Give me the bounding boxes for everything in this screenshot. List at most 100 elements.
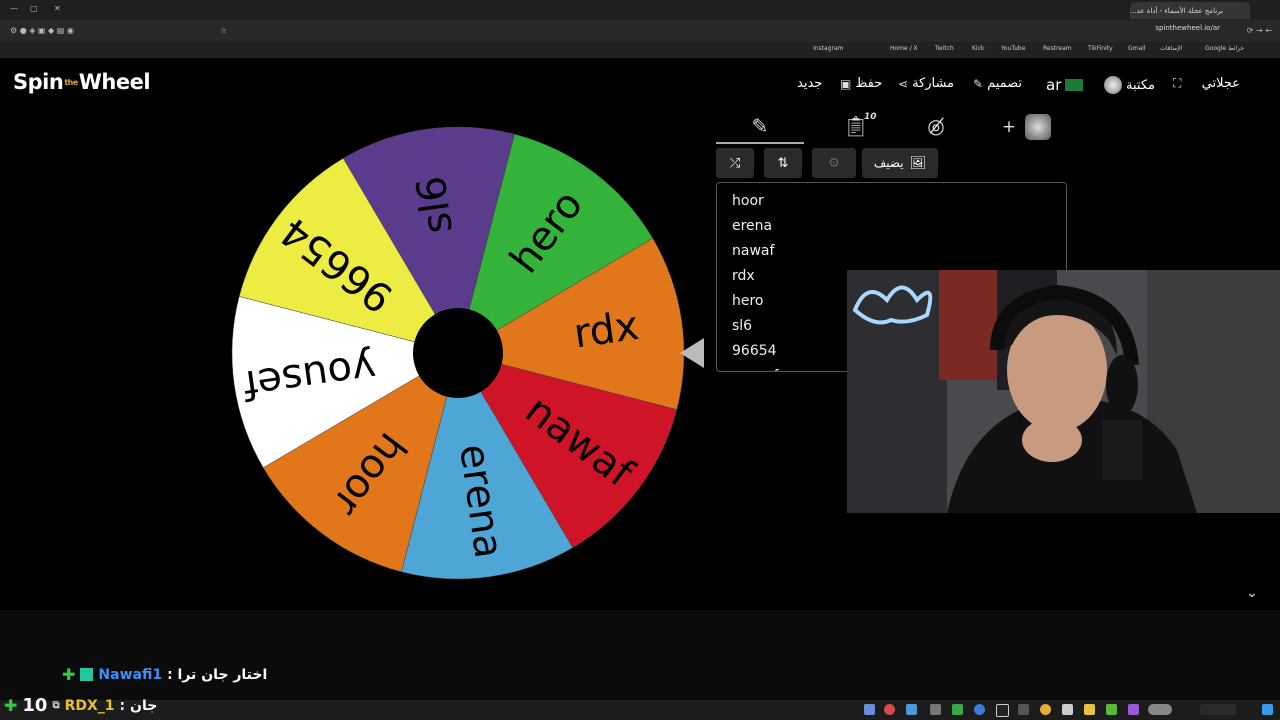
subscriber-badge-icon: ✚ <box>62 665 76 684</box>
results-tab[interactable]: 📋︎ 10 <box>836 112 877 138</box>
windows-start-icon[interactable] <box>1262 704 1273 715</box>
save-label: حفظ <box>855 76 883 91</box>
bookmark-item[interactable]: Kick <box>972 45 984 52</box>
bookmark-item[interactable]: Twitch <box>935 45 954 52</box>
share-label: مشاركة <box>912 76 955 91</box>
pencil-icon: ✎ <box>973 76 984 91</box>
wheel-center-hub[interactable] <box>413 308 503 398</box>
bookmark-item[interactable]: YouTube <box>1001 45 1025 52</box>
chrome-icon[interactable] <box>1040 704 1051 715</box>
language-label: ar <box>1046 76 1062 94</box>
entry-line: nawaf <box>732 243 775 259</box>
chat-badge-icon <box>80 668 94 681</box>
image-icon: 🖼︎ <box>909 155 927 171</box>
taskbar-app-icon[interactable] <box>884 704 895 715</box>
browser-titlebar: — ▢ ✕ + برنامج عجلة الأسماء - أداة عد... <box>0 0 1280 20</box>
sort-icon: ⇅ <box>777 155 789 171</box>
chat-message: ✚ Nawafi1 اختار جان ترا : <box>62 665 267 684</box>
taskbar-app-icon[interactable] <box>974 704 985 715</box>
chat-text: جان : <box>119 697 158 714</box>
restore-icon[interactable]: ▢ <box>30 4 38 13</box>
entry-line: yousef <box>732 368 779 371</box>
wheel-pointer <box>680 338 704 368</box>
logo-wheel: Wheel <box>78 70 151 94</box>
windows-taskbar <box>0 700 1280 720</box>
minimize-icon[interactable]: — <box>10 4 18 13</box>
browser-tab[interactable]: برنامج عجلة الأسماء - أداة عد... <box>1130 2 1250 19</box>
active-tab-indicator <box>716 142 804 144</box>
viewer-icon: ⧉ <box>52 700 60 711</box>
language-button[interactable]: ar <box>1046 76 1084 94</box>
webcam-overlay <box>847 270 1280 513</box>
entry-line: hero <box>732 293 764 309</box>
taskbar-app-icon[interactable] <box>952 704 963 715</box>
shuffle-button[interactable]: ⤮ <box>716 148 754 178</box>
edit-entries-tab[interactable]: ✎ <box>748 114 772 138</box>
taskbar-app-icon[interactable] <box>906 704 917 715</box>
back-forward-icon[interactable]: ⟳ → ← <box>1247 26 1272 35</box>
add-wheel-button[interactable]: + <box>1000 117 1018 137</box>
bookmark-item[interactable]: Home / X <box>890 45 918 52</box>
my-wheels-label: عجلاتي <box>1201 76 1240 91</box>
file-explorer-icon[interactable] <box>1084 704 1095 715</box>
logo-spin: Spin <box>13 70 64 94</box>
entry-line: rdx <box>732 268 755 284</box>
url-text[interactable]: spinthewheel.io/ar <box>1155 24 1220 32</box>
extensions-icon[interactable]: ⚙ ● ◈ ▣ ◆ ▤ ◉ <box>10 26 74 35</box>
design-label: تصميم <box>987 76 1023 91</box>
entry-line: erena <box>732 218 773 234</box>
wheel-thumbnail[interactable] <box>1025 114 1051 140</box>
library-icon <box>1104 76 1122 94</box>
library-label: مكتبة <box>1126 77 1155 93</box>
library-button[interactable]: مكتبة <box>1104 76 1155 94</box>
my-wheels-link[interactable]: عجلاتي <box>1202 76 1240 91</box>
taskbar-app-icon[interactable] <box>864 704 875 715</box>
taskbar-app-icon[interactable] <box>1128 704 1139 715</box>
wheel-segment-label: sl6 <box>408 173 462 236</box>
streamer-webcam-image <box>847 270 1280 513</box>
chat-username: Nawafi1 <box>98 666 163 683</box>
settings-button[interactable]: ⚙ <box>812 148 856 178</box>
taskbar-app-icon[interactable] <box>1148 704 1172 715</box>
chat-text: اختار جان ترا : <box>167 666 268 683</box>
bookmark-item[interactable]: الإضافات <box>1160 45 1182 52</box>
bookmark-item[interactable]: Gmail <box>1128 45 1146 52</box>
chat-username: RDX_1 <box>64 697 115 714</box>
saudi-flag-icon <box>1065 79 1084 91</box>
subscriber-badge-icon: ✚ <box>4 696 18 715</box>
taskbar-app-icon[interactable] <box>1106 704 1117 715</box>
taskbar-search[interactable] <box>1200 704 1236 715</box>
fullscreen-button[interactable]: ⛶ <box>1173 76 1181 91</box>
design-button[interactable]: ✎ تصميم <box>973 76 1022 91</box>
bookmark-star-icon[interactable]: ☆ <box>220 26 227 35</box>
save-button[interactable]: ▣ حفظ <box>840 76 882 91</box>
viewer-count: 10 <box>22 695 48 716</box>
share-button[interactable]: ⋖ مشاركة <box>898 76 954 91</box>
taskbar-app-icon[interactable] <box>1062 704 1073 715</box>
logo-the: the <box>64 78 78 87</box>
sort-button[interactable]: ⇅ <box>764 148 802 178</box>
taskbar-app-icon[interactable] <box>930 704 941 715</box>
scroll-down-chevron-icon[interactable]: ⌄ <box>1246 585 1258 601</box>
add-image-button[interactable]: يضيف 🖼︎ <box>862 148 938 178</box>
wheel-segment-label: rdx <box>571 303 642 358</box>
entry-line: hoor <box>732 193 764 209</box>
spin-wheel[interactable]: rdxnawaferenahooryousef96654sl6 hero <box>231 126 685 580</box>
bookmarks-bar: Instagram Home / X Twitch Kick YouTube R… <box>0 42 1280 58</box>
gear-icon: ⚙ <box>828 155 840 171</box>
taskbar-app-icon[interactable] <box>1018 704 1029 715</box>
taskbar-app-icon[interactable] <box>996 704 1009 717</box>
spin-the-wheel-logo[interactable]: SpintheWheel <box>13 70 151 94</box>
new-label: جديد <box>797 76 823 91</box>
address-bar: ⚙ ● ◈ ▣ ◆ ▤ ◉ ☆ spinthewheel.io/ar ⟳ → ← <box>0 20 1280 42</box>
new-button[interactable]: جديد <box>797 76 822 91</box>
bookmark-item[interactable]: TikFinity <box>1088 45 1113 52</box>
close-window-icon[interactable]: ✕ <box>54 4 61 13</box>
bookmark-item[interactable]: Restream <box>1043 45 1072 52</box>
share-icon: ⋖ <box>898 76 909 91</box>
hide-tab[interactable]: ◎̸ <box>922 114 950 138</box>
entries-count-badge: 10 <box>864 112 877 122</box>
bookmark-item[interactable]: Google خرائط <box>1205 45 1244 52</box>
entry-line: 96654 <box>732 343 777 359</box>
bookmark-item[interactable]: Instagram <box>813 45 844 52</box>
